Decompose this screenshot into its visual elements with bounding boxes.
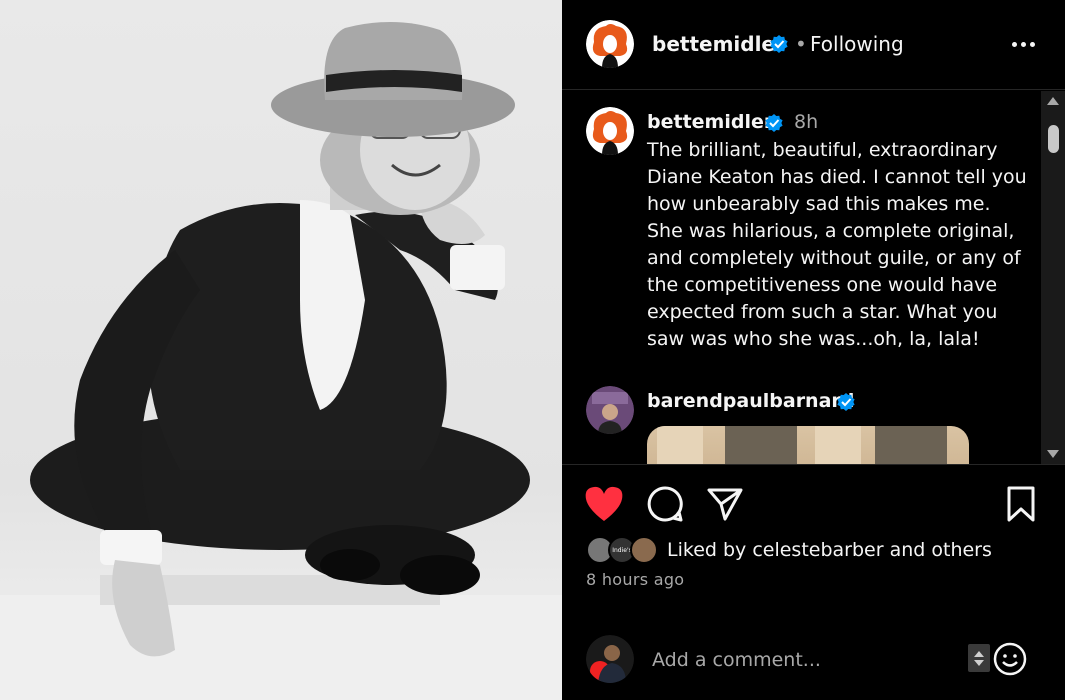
scroll-down-arrow-icon[interactable]: [1041, 444, 1065, 464]
following-button[interactable]: Following: [810, 32, 904, 56]
save-bookmark-icon[interactable]: [1004, 485, 1038, 527]
avatar-photo-icon: [586, 386, 634, 434]
scrollbar-thumb[interactable]: [1048, 125, 1059, 153]
chevron-up-icon[interactable]: [974, 650, 984, 657]
verified-badge-icon: [769, 34, 789, 58]
verified-badge-icon: [764, 113, 784, 137]
author-avatar[interactable]: [586, 20, 634, 68]
more-options-icon[interactable]: [1008, 30, 1038, 58]
scroll-up-arrow-icon[interactable]: [1041, 91, 1065, 111]
emoji-smiley-icon[interactable]: [992, 641, 1028, 681]
like-heart-icon[interactable]: [584, 485, 624, 527]
commenter-username[interactable]: barendpaulbarnard: [647, 390, 854, 412]
caption-username[interactable]: bettemidler: [647, 111, 773, 133]
post-timestamp[interactable]: 8 hours ago: [586, 570, 684, 589]
woman-in-hat-photo: [0, 21, 562, 700]
avatar-photo-icon: [586, 635, 634, 683]
avatar-illustration-icon: [586, 20, 634, 68]
share-paper-plane-icon[interactable]: [706, 485, 744, 527]
caption-author-avatar[interactable]: [586, 107, 634, 155]
post-header: bettemidler • Following: [562, 0, 1065, 90]
comment-input[interactable]: [652, 646, 952, 674]
verified-badge-icon: [836, 392, 856, 416]
post-photo: [0, 0, 562, 700]
chevron-down-icon[interactable]: [974, 659, 984, 666]
liked-by-text[interactable]: Liked by celestebarber and others: [667, 539, 992, 561]
comments-scrollbar[interactable]: [1041, 91, 1065, 464]
current-user-avatar: [586, 635, 634, 683]
add-comment-bar: [562, 620, 1065, 700]
avatar-illustration-icon: [586, 107, 634, 155]
commenter-avatar[interactable]: [586, 386, 634, 434]
liked-by-row[interactable]: Indie's Liked by celestebarber and other…: [586, 536, 1056, 566]
post-actions-bar: [562, 464, 1065, 544]
liker-avatar-label: Indie's: [612, 546, 632, 554]
liker-avatar: [630, 536, 658, 564]
author-username[interactable]: bettemidler: [652, 32, 785, 56]
caption-text: The brilliant, beautiful, extraordinary …: [647, 139, 1027, 350]
post-side-panel: bettemidler • Following bettemidler 8h T…: [562, 0, 1065, 700]
comments-list: bettemidler 8h The brilliant, beautiful,…: [562, 91, 1040, 464]
caption-timestamp[interactable]: 8h: [794, 111, 818, 133]
comment-attached-image[interactable]: [647, 426, 969, 464]
separator-dot: •: [795, 32, 807, 56]
input-stepper[interactable]: [968, 644, 990, 672]
comment-bubble-icon[interactable]: [646, 485, 684, 527]
